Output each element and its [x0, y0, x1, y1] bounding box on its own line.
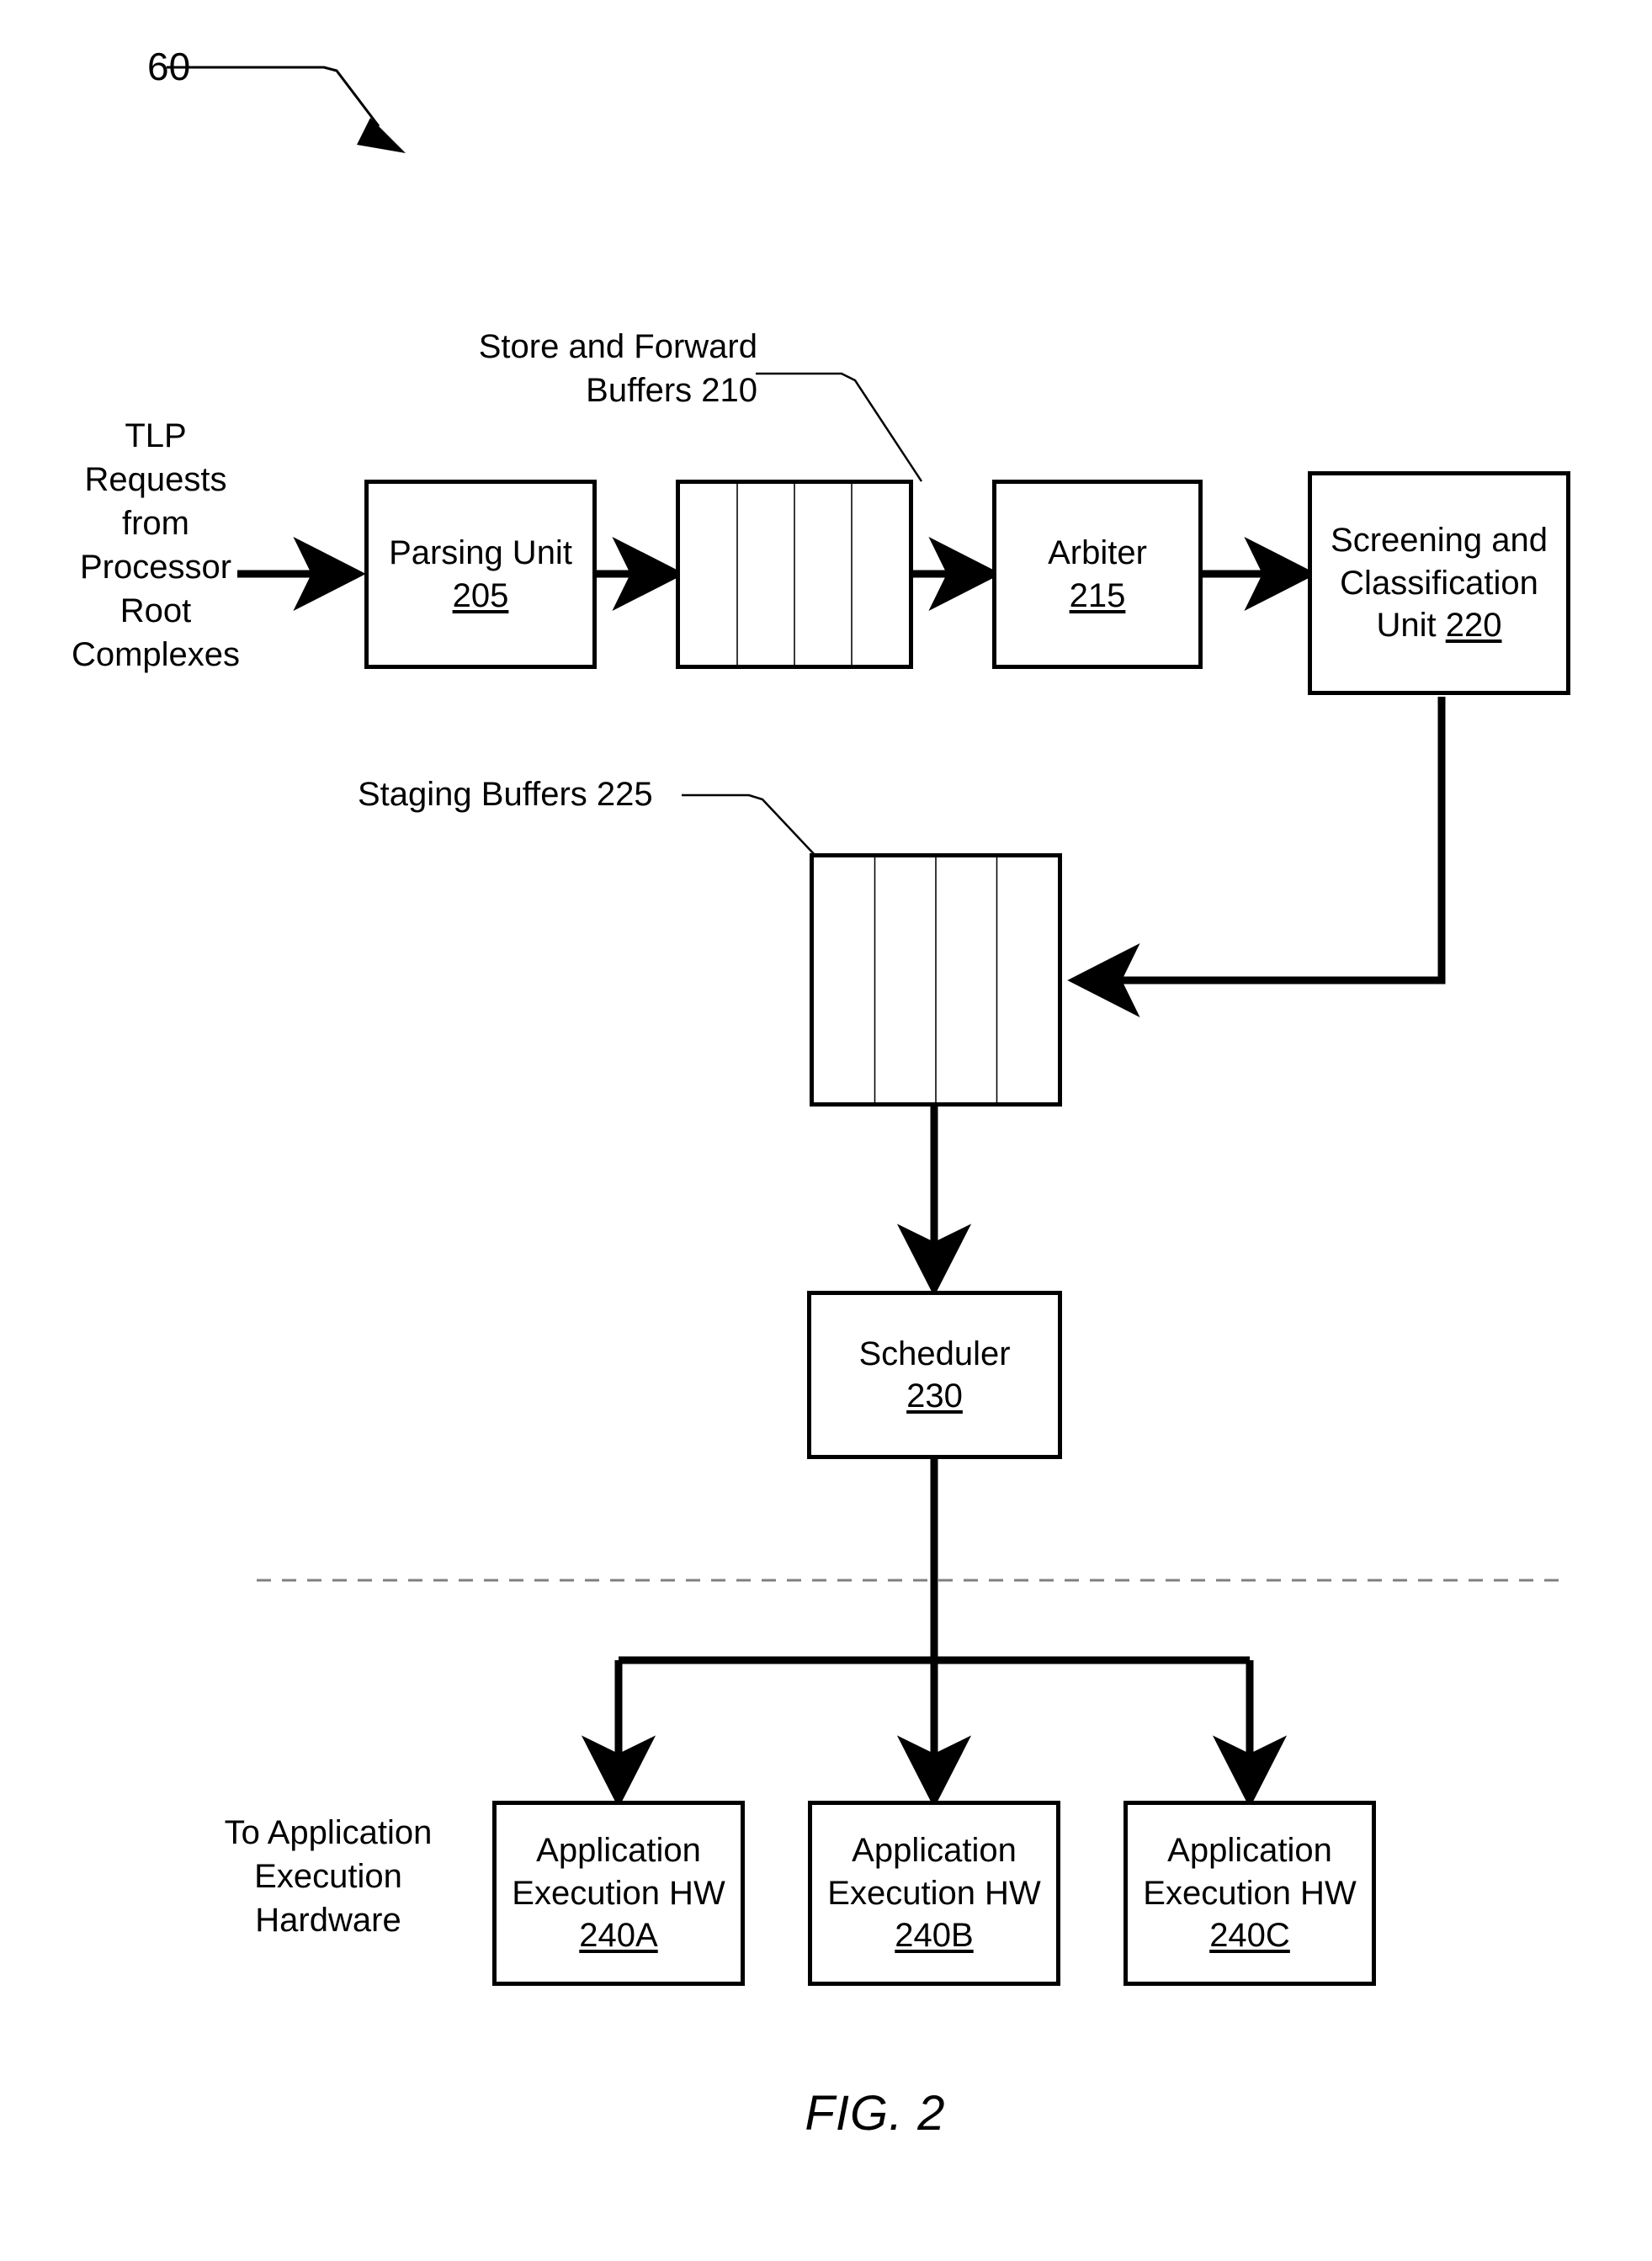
- app-hw-a-ref: 240A: [579, 1917, 658, 1955]
- arbiter-title: Arbiter: [1048, 534, 1147, 572]
- block-parsing-unit[interactable]: Parsing Unit 205: [364, 480, 597, 669]
- staging-buffers-label: Staging Buffers 225: [358, 776, 653, 813]
- block-app-execution-hw-c[interactable]: Application Execution HW 240C: [1123, 1801, 1376, 1986]
- input-source-label: TLP Requests from Processor Root Complex…: [71, 417, 241, 673]
- screening-ref: 220: [1445, 607, 1502, 645]
- block-scheduler[interactable]: Scheduler 230: [807, 1291, 1062, 1459]
- to-app-hardware-label: To Application Execution Hardware: [224, 1814, 433, 1939]
- app-hw-b-line1: Application: [852, 1832, 1017, 1870]
- arbiter-ref: 215: [1069, 576, 1126, 614]
- leader-store-forward: [756, 372, 923, 482]
- screening-line1: Screening and: [1331, 522, 1548, 560]
- app-hw-a-line1: Application: [536, 1832, 701, 1870]
- app-hw-b-ref: 240B: [895, 1917, 974, 1955]
- scheduler-ref: 230: [906, 1377, 963, 1414]
- parsing-unit-ref: 205: [452, 576, 509, 614]
- app-hw-a-line2: Execution HW: [512, 1874, 725, 1912]
- leader-staging: [682, 793, 817, 857]
- block-store-forward-buffers[interactable]: [676, 480, 913, 669]
- staging-buffer-cells: [874, 857, 998, 1102]
- figure-callout-number: 60: [147, 45, 191, 88]
- block-app-execution-hw-b[interactable]: Application Execution HW 240B: [808, 1801, 1060, 1986]
- scheduler-title: Scheduler: [858, 1335, 1011, 1372]
- screening-line3-prefix: Unit: [1376, 607, 1446, 645]
- arrow-screening-to-staging: [1067, 697, 1446, 1018]
- app-hw-c-line1: Application: [1167, 1832, 1332, 1870]
- app-hw-b-line2: Execution HW: [827, 1874, 1041, 1912]
- block-arbiter[interactable]: Arbiter 215: [992, 480, 1203, 669]
- figure-caption: FIG. 2: [805, 2086, 946, 2141]
- screening-line2: Classification: [1340, 564, 1538, 602]
- figure-canvas: 60 TLP Requests from Processor Root Comp…: [0, 0, 1652, 2261]
- store-forward-buffer-cells: [736, 484, 853, 665]
- callout-60-leader: [167, 66, 406, 153]
- app-hw-c-ref: 240C: [1209, 1917, 1290, 1955]
- app-hw-c-line2: Execution HW: [1143, 1874, 1357, 1912]
- block-app-execution-hw-a[interactable]: Application Execution HW 240A: [492, 1801, 745, 1986]
- block-staging-buffers[interactable]: [810, 853, 1062, 1107]
- parsing-unit-title: Parsing Unit: [389, 534, 572, 572]
- block-screening-classification-unit[interactable]: Screening and Classification Unit 220: [1308, 471, 1570, 695]
- store-forward-buffers-label: Store and Forward Buffers 210: [478, 328, 757, 409]
